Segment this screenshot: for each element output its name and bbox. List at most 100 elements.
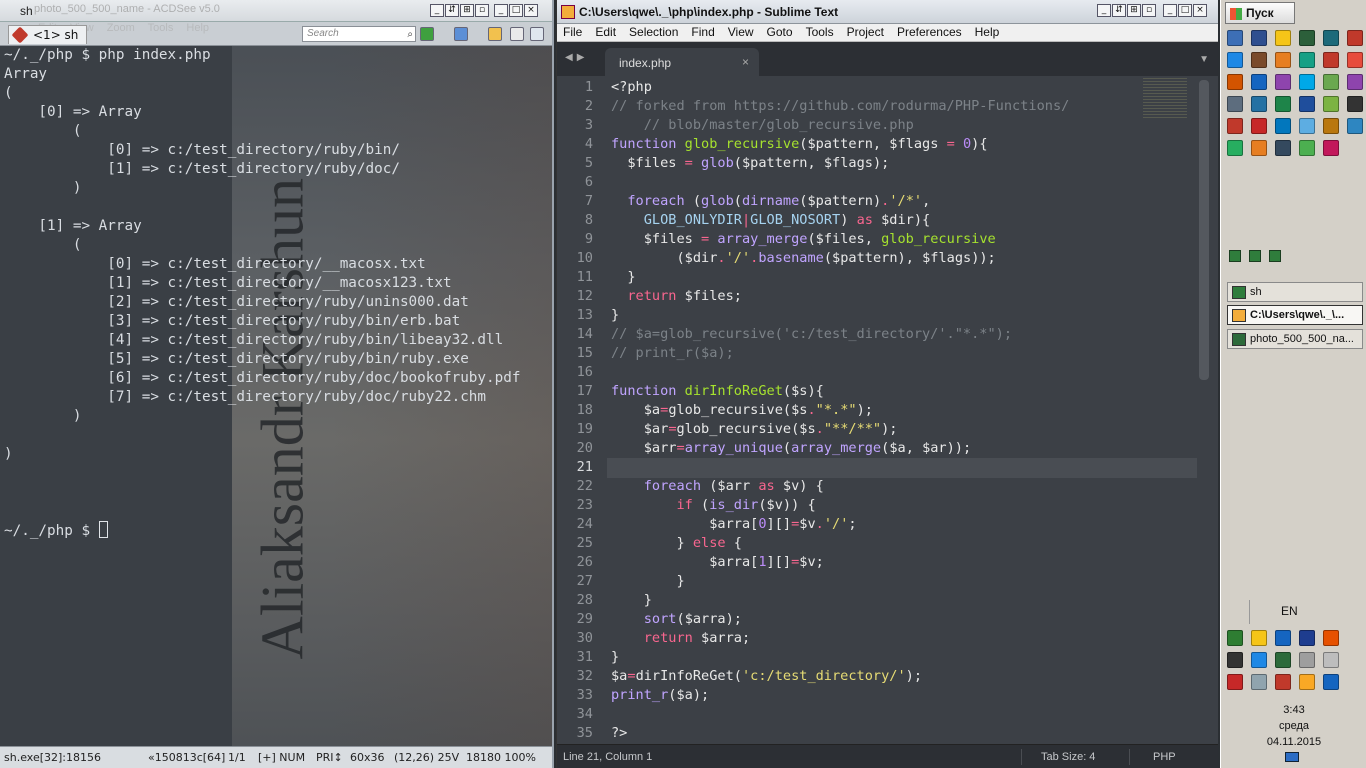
tray-icon[interactable] (1251, 630, 1267, 646)
quick-launch-icon[interactable] (1323, 96, 1339, 112)
quick-launch-icon[interactable] (1227, 118, 1243, 134)
lock-icon[interactable] (488, 27, 502, 41)
menu-item-selection[interactable]: Selection (623, 24, 685, 41)
launch-icon[interactable] (1249, 250, 1261, 262)
tray-icon[interactable] (1323, 630, 1339, 646)
quick-launch-icon[interactable] (1299, 140, 1315, 156)
menu-item-file[interactable]: File (557, 24, 589, 41)
tray-icon[interactable] (1227, 674, 1243, 690)
console-prompt[interactable]: ~/._/php $ (4, 521, 520, 541)
maximize-button[interactable]: □ (1178, 4, 1192, 17)
taskbar-button[interactable]: sh (1227, 282, 1363, 302)
quick-launch-icon[interactable] (1299, 118, 1315, 134)
quick-launch-icon[interactable] (1347, 118, 1363, 134)
menu-item-help[interactable]: Help (969, 24, 1007, 41)
quick-launch-icon[interactable] (1347, 74, 1363, 90)
menu-item-preferences[interactable]: Preferences (891, 24, 969, 41)
taskbar-button[interactable]: C:\Users\qwe\._\... (1227, 305, 1363, 325)
close-button[interactable]: × (1193, 4, 1207, 17)
console-window[interactable]: photo_500_500_name - ACDSee v5.0 sh _ ⇵ … (0, 0, 554, 768)
sublime-window[interactable]: C:\Users\qwe\._\php\index.php - Sublime … (556, 0, 1218, 768)
arrange-icon[interactable]: ⇵ (445, 4, 459, 17)
restore-icon[interactable]: ▫ (475, 4, 489, 17)
quick-launch-icon[interactable] (1299, 74, 1315, 90)
code-editor[interactable]: <?php // forked from https://github.com/… (611, 78, 1201, 743)
console-titlebar[interactable]: photo_500_500_name - ACDSee v5.0 sh _ ⇵ … (0, 0, 552, 22)
fullscreen-icon[interactable]: ⊞ (1127, 4, 1141, 17)
quick-launch-icon[interactable] (1299, 52, 1315, 68)
search-icon[interactable]: ⌕ (407, 28, 413, 42)
quick-launch-icon[interactable] (1227, 52, 1243, 68)
menu-item-tools[interactable]: Tools (800, 24, 841, 41)
sublime-titlebar[interactable]: C:\Users\qwe\._\php\index.php - Sublime … (557, 0, 1218, 24)
quick-launch-icon[interactable] (1227, 96, 1243, 112)
quick-launch-icon[interactable] (1227, 140, 1243, 156)
search-input[interactable]: Search ⌕ (302, 26, 416, 42)
quick-launch-icon[interactable] (1299, 30, 1315, 46)
quick-launch-icon[interactable] (1227, 30, 1243, 46)
quick-launch-icon[interactable] (1299, 96, 1315, 112)
close-button[interactable]: × (524, 4, 538, 17)
quick-launch-icon[interactable] (1275, 30, 1291, 46)
quick-launch-icon[interactable] (1251, 96, 1267, 112)
quick-launch-icon[interactable] (1347, 52, 1363, 68)
clock[interactable]: 3:43 среда 04.11.2015 (1221, 702, 1366, 750)
language-indicator[interactable]: EN (1281, 604, 1298, 618)
settings-menu-icon[interactable] (530, 27, 544, 41)
launch-icon[interactable] (1229, 250, 1241, 262)
quick-launch-icon[interactable] (1251, 140, 1267, 156)
quick-launch-icon[interactable] (1347, 96, 1363, 112)
maximize-button[interactable]: □ (509, 4, 523, 17)
menu-item-project[interactable]: Project (841, 24, 891, 41)
tray-icon[interactable] (1299, 652, 1315, 668)
restore-icon[interactable]: ▫ (1142, 4, 1156, 17)
tray-icon[interactable] (1323, 674, 1339, 690)
layout-icon[interactable] (510, 27, 524, 41)
tab-list-icon[interactable]: ▼ (1199, 54, 1209, 65)
tab-index-php[interactable]: index.php × (605, 48, 759, 76)
fullscreen-icon[interactable]: ⊞ (460, 4, 474, 17)
tray-icon[interactable] (1299, 674, 1315, 690)
quick-launch-icon[interactable] (1323, 140, 1339, 156)
tray-icon[interactable] (1275, 674, 1291, 690)
start-button[interactable]: Пуск (1225, 2, 1295, 24)
arrange-icon[interactable]: ⇵ (1112, 4, 1126, 17)
new-console-icon[interactable] (420, 27, 434, 41)
minimize-icon[interactable]: _ (1097, 4, 1111, 17)
view-icon[interactable] (454, 27, 468, 41)
quick-launch-icon[interactable] (1323, 74, 1339, 90)
tray-icon[interactable] (1227, 652, 1243, 668)
tray-icon[interactable] (1299, 630, 1315, 646)
quick-launch-icon[interactable] (1275, 74, 1291, 90)
minimize-button[interactable]: _ (494, 4, 508, 17)
quick-launch-icon[interactable] (1251, 52, 1267, 68)
tray-icon[interactable] (1275, 630, 1291, 646)
minimize-button[interactable]: _ (1163, 4, 1177, 17)
tray-icon[interactable] (1251, 674, 1267, 690)
taskbar-button[interactable]: photo_500_500_na... (1227, 329, 1363, 349)
console-tab-sh[interactable]: <1> sh (8, 25, 88, 44)
quick-launch-icon[interactable] (1323, 30, 1339, 46)
tab-scroll-arrows-icon[interactable]: ◀▶ (565, 52, 588, 63)
quick-launch-icon[interactable] (1251, 118, 1267, 134)
quick-launch-icon[interactable] (1347, 30, 1363, 46)
status-tab-size[interactable]: Tab Size: 4 (1041, 751, 1095, 763)
menu-item-find[interactable]: Find (685, 24, 721, 41)
minimize-icon[interactable]: _ (430, 4, 444, 17)
minimap[interactable] (1143, 78, 1187, 118)
quick-launch-icon[interactable] (1275, 118, 1291, 134)
launch-icon[interactable] (1269, 250, 1281, 262)
show-desktop-icon[interactable] (1285, 752, 1299, 762)
quick-launch-icon[interactable] (1275, 140, 1291, 156)
menu-item-edit[interactable]: Edit (589, 24, 623, 41)
tray-icon[interactable] (1275, 652, 1291, 668)
close-icon[interactable]: × (742, 55, 749, 69)
quick-launch-icon[interactable] (1323, 118, 1339, 134)
quick-launch-icon[interactable] (1275, 96, 1291, 112)
status-syntax[interactable]: PHP (1153, 751, 1176, 763)
tray-icon[interactable] (1323, 652, 1339, 668)
quick-launch-icon[interactable] (1251, 30, 1267, 46)
quick-launch-icon[interactable] (1227, 74, 1243, 90)
quick-launch-icon[interactable] (1323, 52, 1339, 68)
menu-item-view[interactable]: View (722, 24, 761, 41)
